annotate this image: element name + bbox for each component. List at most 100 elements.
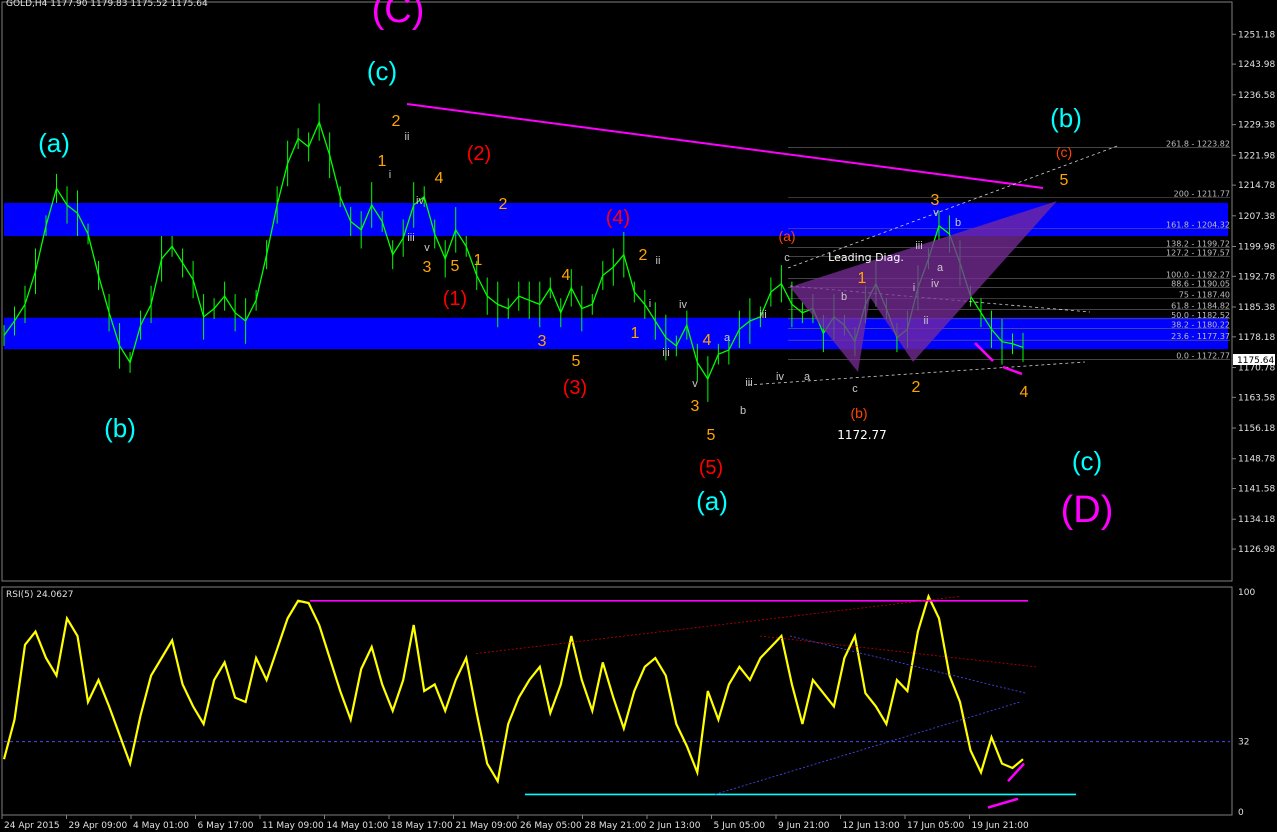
x-tick-label: 9 Jun 21:00	[778, 821, 830, 831]
fib-level-label: 261.8 - 1223.82	[1166, 140, 1230, 149]
y-tick-label: 1229.38	[1238, 121, 1275, 131]
wave-label: (b)	[850, 405, 867, 421]
y-tick-label: 1243.98	[1238, 60, 1275, 70]
x-tick-label: 26 May 05:00	[520, 821, 582, 831]
y-tick-label: 1192.78	[1238, 272, 1275, 282]
wave-label: (4)	[606, 207, 630, 229]
fib-level-label: 61.8 - 1184.82	[1171, 301, 1230, 310]
wave-label: (2)	[467, 143, 491, 165]
wave-label: (c)	[367, 56, 397, 86]
x-tick-label: 24 Apr 2015	[4, 821, 60, 831]
rsi-panel-frame	[1, 586, 1233, 816]
minor-wave-label: v	[692, 378, 698, 390]
minor-wave-label: iii	[407, 232, 414, 244]
fib-level-label: 0.0 - 1172.77	[1176, 351, 1230, 360]
wave-label: (a)	[38, 128, 70, 158]
x-tick-label: 5 Jun 05:00	[714, 821, 766, 831]
rsi-y-label: 0	[1238, 808, 1244, 818]
fib-level-label: 161.8 - 1204.32	[1166, 220, 1230, 229]
minor-wave-label: ii	[656, 255, 661, 267]
wave-label: 5	[572, 353, 581, 370]
rsi-red-dash-1	[475, 596, 961, 654]
minor-wave-label: a	[937, 262, 944, 274]
wave-label: 2	[912, 379, 921, 396]
y-tick-label: 1214.78	[1238, 181, 1275, 191]
y-tick-label: 1236.58	[1238, 91, 1275, 101]
minor-wave-label: v	[933, 207, 939, 219]
y-tick-label: 1148.78	[1238, 455, 1275, 465]
wave-label: (3)	[563, 377, 587, 399]
wave-label: 5	[707, 427, 716, 444]
minor-wave-label: ii	[924, 315, 929, 327]
y-tick-label: 1178.18	[1238, 333, 1275, 343]
minor-wave-label: iv	[931, 278, 939, 290]
minor-wave-label: iv	[416, 195, 424, 207]
rsi-y-label: 100	[1238, 588, 1255, 598]
minor-wave-label: c	[852, 383, 858, 395]
x-tick-label: 2 Jun 13:00	[649, 821, 701, 831]
blue-zone	[4, 317, 1228, 350]
y-tick-label: 1251.18	[1238, 30, 1275, 40]
minor-wave-label: iv	[679, 299, 687, 311]
x-tick-label: 17 Jun 05:00	[907, 821, 964, 831]
x-tick-label: 6 May 17:00	[198, 821, 254, 831]
wave-label: 3	[538, 333, 547, 350]
wave-label: (D)	[1061, 489, 1114, 531]
wave-label: 1	[631, 325, 640, 342]
minor-wave-label: i	[913, 282, 915, 294]
wave-label: 4	[562, 267, 571, 284]
y-tick-label: 1134.18	[1238, 515, 1275, 525]
wave-label: 2	[639, 247, 648, 264]
minor-wave-label: b	[841, 291, 847, 303]
y-tick-label: 1156.18	[1238, 424, 1275, 434]
rsi-blue-dash-1	[714, 701, 1021, 795]
x-tick-label: 19 Jun 21:00	[972, 821, 1029, 831]
fib-level-label: 23.6 - 1177.37	[1171, 332, 1230, 341]
minor-wave-label: b	[740, 405, 746, 417]
wave-label: (c)	[1072, 446, 1102, 476]
price-panel-frame	[1, 1, 1233, 582]
magenta-trendline	[406, 103, 1044, 189]
fib-level-label: 127.2 - 1197.57	[1166, 248, 1230, 257]
fib-level-label: 38.2 - 1180.22	[1171, 320, 1230, 329]
x-tick-label: 29 Apr 09:00	[69, 821, 128, 831]
leading-diag-label: Leading Diag.	[828, 251, 904, 264]
wave-label: (a)	[778, 228, 795, 244]
x-tick-label: 14 May 01:00	[327, 821, 389, 831]
minor-wave-label: b	[955, 217, 961, 229]
rsi-y-label: 32	[1238, 738, 1249, 748]
wave-label: 5	[451, 258, 460, 275]
wave-label: (c)	[1056, 144, 1072, 160]
x-tick-label: 11 May 09:00	[262, 821, 324, 831]
minor-wave-label: a	[724, 332, 731, 344]
minor-wave-label: ii	[405, 131, 410, 143]
minor-wave-label: iii	[745, 377, 752, 389]
wave-label: (C)	[372, 0, 425, 31]
wave-label: 2	[392, 113, 401, 130]
wave-label: 4	[1020, 384, 1029, 401]
minor-wave-label: i	[649, 298, 651, 310]
symbol-header: GOLD,H4 1177.90 1179.83 1175.52 1175.64	[6, 0, 208, 9]
y-tick-label: 1141.58	[1238, 485, 1275, 495]
y-tick-label: 1207.38	[1238, 212, 1275, 222]
minor-wave-label: iii	[915, 240, 922, 252]
wave-label: 1	[378, 153, 387, 170]
rsi-arrow-1	[987, 797, 1019, 809]
y-tick-label: 1163.58	[1238, 393, 1275, 403]
arrow-right	[1002, 365, 1023, 376]
fib-level-label: 100.0 - 1192.27	[1166, 270, 1230, 279]
wave-label: (5)	[699, 457, 723, 479]
wave-label: 2	[499, 196, 508, 213]
fib-level-label: 50.0 - 1182.52	[1171, 311, 1230, 320]
x-tick-label: 4 May 01:00	[133, 821, 189, 831]
minor-wave-label: a	[804, 371, 811, 383]
wave-label: 3	[691, 398, 700, 415]
x-tick-label: 28 May 21:00	[585, 821, 647, 831]
y-tick-label: 1221.98	[1238, 151, 1275, 161]
x-tick-label: 12 Jun 13:00	[843, 821, 900, 831]
minor-wave-label: iv	[776, 371, 784, 383]
wave-label: (1)	[443, 288, 467, 310]
minor-wave-label: iii	[759, 309, 766, 321]
x-tick-label: 18 May 17:00	[391, 821, 453, 831]
annotation-price: 1172.77	[837, 428, 887, 442]
